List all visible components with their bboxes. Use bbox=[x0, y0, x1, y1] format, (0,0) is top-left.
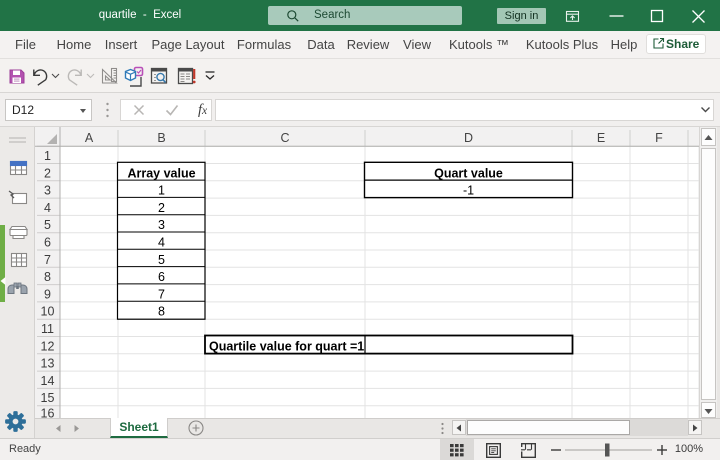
svg-text:6: 6 bbox=[44, 236, 51, 250]
svg-text:13: 13 bbox=[41, 357, 55, 371]
svg-text:B: B bbox=[157, 131, 165, 145]
svg-text:6: 6 bbox=[158, 270, 165, 284]
svg-text:3: 3 bbox=[158, 218, 165, 232]
svg-text:7: 7 bbox=[158, 287, 165, 301]
svg-text:2: 2 bbox=[44, 166, 51, 180]
svg-text:1: 1 bbox=[158, 184, 165, 198]
svg-text:15: 15 bbox=[41, 391, 55, 405]
svg-text:A: A bbox=[85, 131, 94, 145]
svg-text:9: 9 bbox=[44, 287, 51, 301]
svg-text:16: 16 bbox=[41, 407, 55, 419]
svg-text:10: 10 bbox=[41, 305, 55, 319]
svg-text:4: 4 bbox=[158, 236, 165, 250]
svg-text:C: C bbox=[280, 131, 289, 145]
svg-text:8: 8 bbox=[44, 270, 51, 284]
svg-text:5: 5 bbox=[44, 218, 51, 232]
svg-text:14: 14 bbox=[41, 374, 55, 388]
svg-text:Quartile value for quart =1: Quartile value for quart =1 bbox=[209, 339, 364, 353]
svg-text:E: E bbox=[597, 131, 605, 145]
svg-text:1: 1 bbox=[44, 149, 51, 163]
svg-text:7: 7 bbox=[44, 253, 51, 267]
svg-text:12: 12 bbox=[41, 339, 55, 353]
svg-text:5: 5 bbox=[158, 253, 165, 267]
svg-text:8: 8 bbox=[158, 305, 165, 319]
svg-text:4: 4 bbox=[44, 201, 51, 215]
svg-text:2: 2 bbox=[158, 201, 165, 215]
svg-text:11: 11 bbox=[41, 322, 54, 336]
svg-text:3: 3 bbox=[44, 184, 51, 198]
svg-text:F: F bbox=[655, 131, 663, 145]
svg-text:D: D bbox=[464, 131, 473, 145]
svg-text:Quart value: Quart value bbox=[434, 166, 503, 180]
svg-text:Array value: Array value bbox=[127, 166, 195, 180]
svg-text:-1: -1 bbox=[463, 184, 474, 198]
